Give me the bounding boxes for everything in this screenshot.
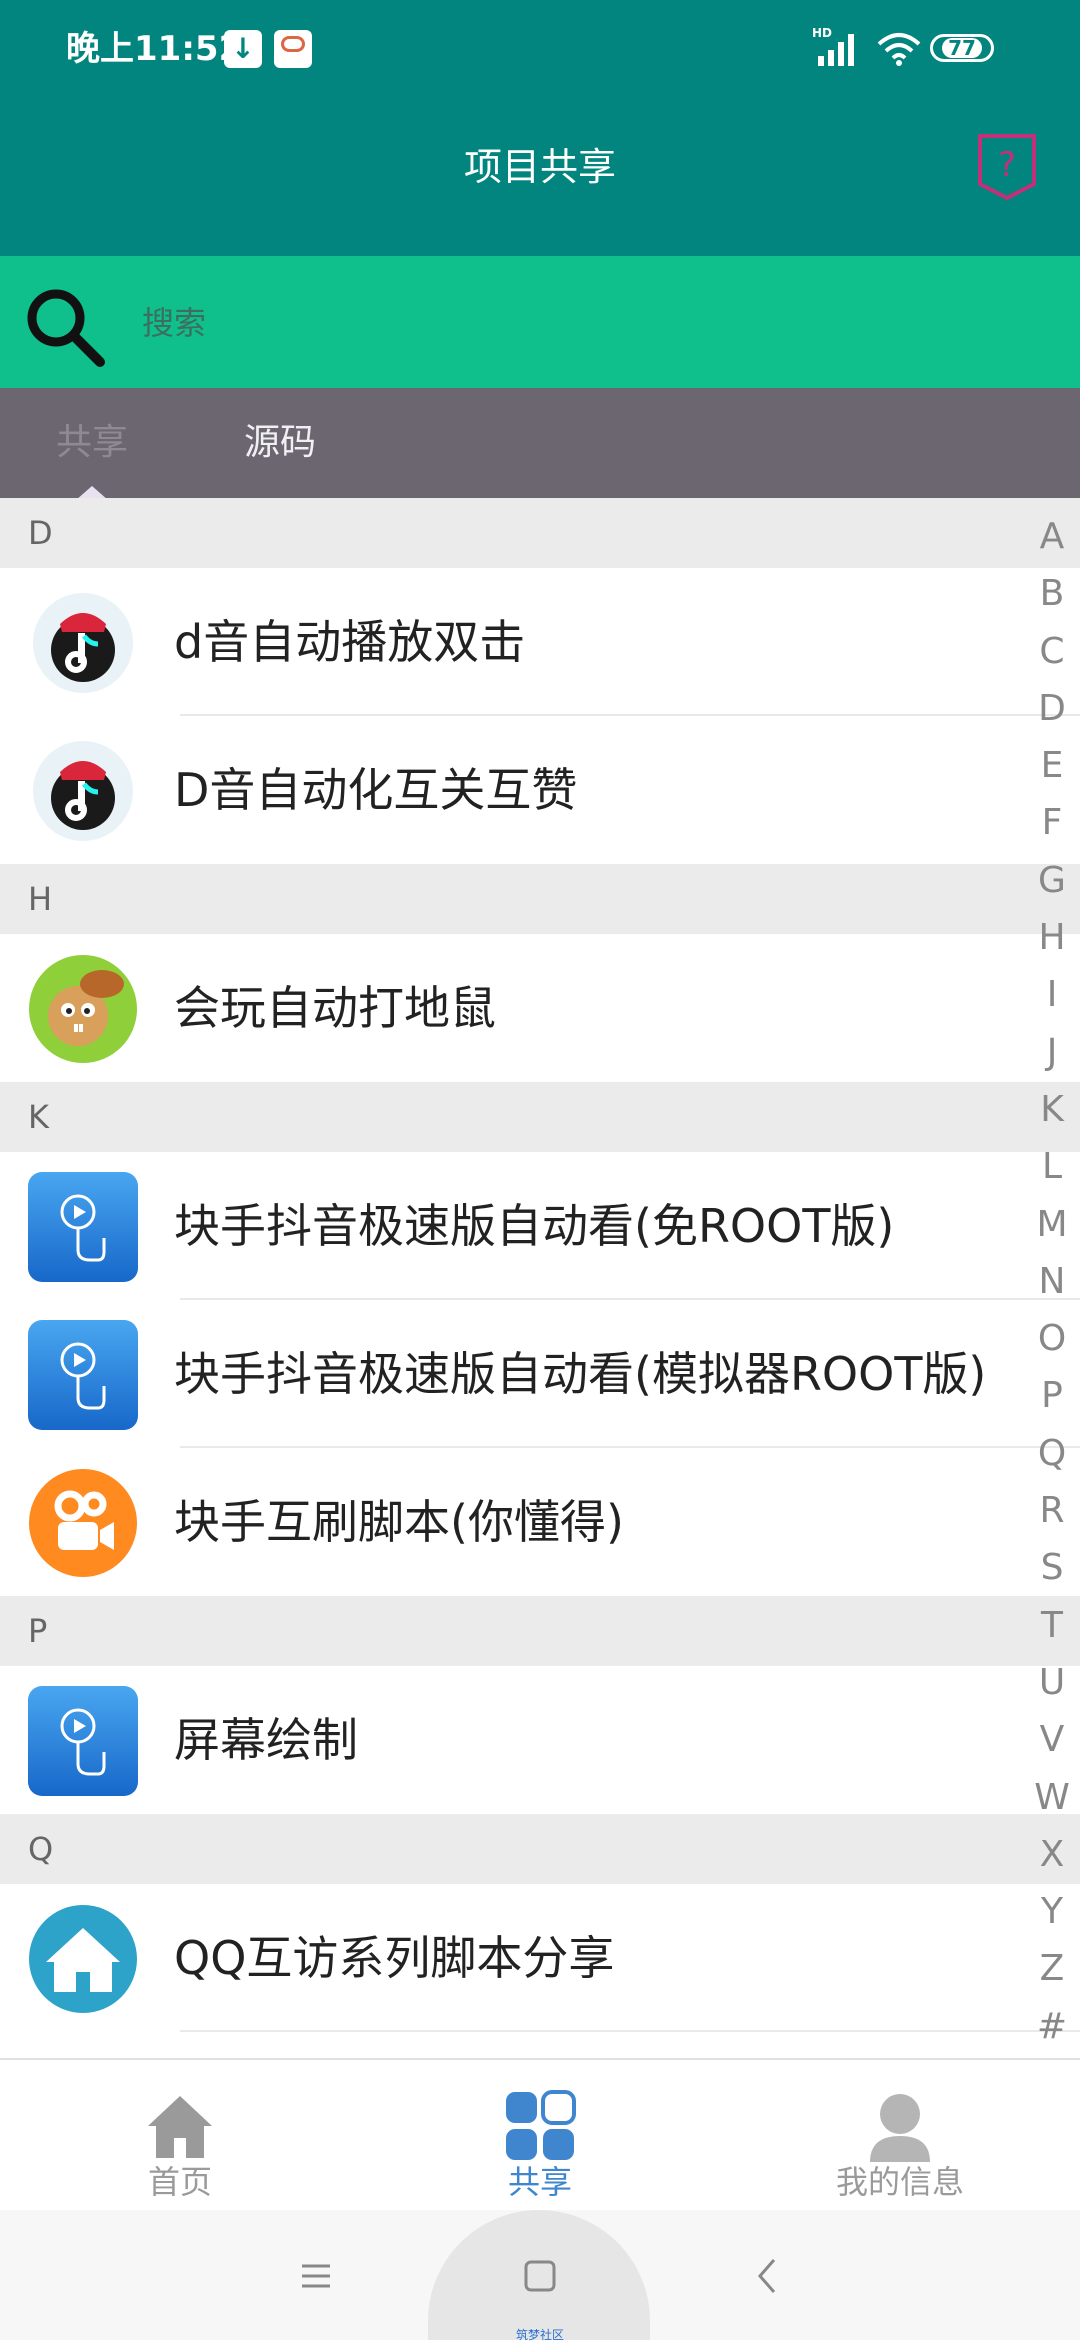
index-letter[interactable]: Y — [1032, 1883, 1072, 1940]
section-header-k: K — [0, 1082, 1080, 1152]
tap-play-icon — [28, 1320, 138, 1430]
index-letter[interactable]: D — [1032, 680, 1072, 737]
index-letter[interactable]: N — [1032, 1253, 1072, 1310]
index-letter[interactable]: I — [1032, 966, 1072, 1023]
cloud-notification-icon — [274, 30, 312, 68]
item-label: 块手抖音极速版自动看(免ROOT版) — [174, 1199, 895, 1253]
index-letter[interactable]: V — [1032, 1711, 1072, 1768]
index-letter[interactable]: P — [1032, 1367, 1072, 1424]
nav-home[interactable]: 首页 — [0, 2060, 360, 2212]
alphabet-index[interactable]: A B C D E F G H I J K L M N O P Q R S T … — [1032, 508, 1072, 2055]
tiktok-mascot-icon — [33, 593, 133, 693]
item-label: 屏幕绘制 — [174, 1713, 358, 1767]
home-square-icon[interactable] — [510, 2246, 570, 2306]
system-nav-bar: 筑梦社区 — [0, 2210, 1080, 2342]
signal-icon — [814, 32, 858, 66]
grid-icon — [506, 2090, 576, 2160]
wifi-icon — [877, 33, 921, 66]
item-label: 会玩自动打地鼠 — [174, 981, 496, 1035]
item-label: 块手抖音极速版自动看(模拟器ROOT版) — [174, 1347, 987, 1401]
index-letter[interactable]: Q — [1032, 1425, 1072, 1482]
search-input[interactable] — [140, 292, 1024, 354]
index-letter[interactable]: # — [1032, 1998, 1072, 2055]
nav-share-label: 共享 — [507, 2163, 572, 2201]
svg-text:?: ? — [998, 145, 1016, 185]
list-item[interactable]: 块手互刷脚本(你懂得) — [0, 1448, 1080, 1596]
list-item[interactable]: 块手抖音极速版自动看(免ROOT版) — [0, 1152, 1080, 1300]
index-letter[interactable]: O — [1032, 1310, 1072, 1367]
index-letter[interactable]: S — [1032, 1539, 1072, 1596]
search-bar — [0, 256, 1080, 388]
tab-source[interactable]: 源码 — [244, 418, 316, 468]
nav-profile-label: 我的信息 — [835, 2163, 964, 2201]
nav-share[interactable]: 共享 — [360, 2060, 720, 2212]
index-letter[interactable]: H — [1032, 909, 1072, 966]
index-letter[interactable]: U — [1032, 1654, 1072, 1711]
index-letter[interactable]: R — [1032, 1482, 1072, 1539]
section-header-h: H — [0, 864, 1080, 934]
page-title: 项目共享 — [463, 145, 616, 189]
list-item[interactable]: D音自动化互关互赞 — [0, 716, 1080, 864]
list-item[interactable]: QQ互访系列脚本分享 — [0, 1884, 1080, 2032]
index-letter[interactable]: A — [1032, 508, 1072, 565]
project-list: D d音自动播放双击 D音自动化互关互赞 H 会玩自动打地鼠 K 块手抖音极速版… — [0, 498, 1080, 2032]
item-label: d音自动播放双击 — [174, 615, 526, 669]
index-letter[interactable]: J — [1032, 1024, 1072, 1081]
status-time: 晚上11:52 — [66, 29, 243, 69]
nav-home-label: 首页 — [147, 2163, 212, 2201]
battery-indicator: 77 — [930, 34, 994, 62]
status-indicators: HD 77 — [780, 24, 1080, 74]
section-header-p: P — [0, 1596, 1080, 1666]
tap-play-icon — [28, 1686, 138, 1796]
home-icon — [148, 2096, 212, 2158]
index-letter[interactable]: T — [1032, 1597, 1072, 1654]
community-watermark: 筑梦社区 — [515, 2328, 564, 2342]
index-letter[interactable]: F — [1032, 794, 1072, 851]
user-icon — [870, 2094, 930, 2162]
index-letter[interactable]: G — [1032, 852, 1072, 909]
list-item[interactable]: 屏幕绘制 — [0, 1666, 1080, 1814]
status-bar: 晚上11:52 ↓ HD 77 — [0, 0, 1080, 100]
battery-level: 77 — [942, 38, 982, 58]
kuaishou-camera-icon — [29, 1469, 137, 1577]
list-item[interactable]: d音自动播放双击 — [0, 568, 1080, 716]
index-letter[interactable]: X — [1032, 1826, 1072, 1883]
tab-share[interactable]: 共享 — [56, 418, 128, 468]
index-letter[interactable]: W — [1032, 1769, 1072, 1826]
list-item[interactable]: 块手抖音极速版自动看(模拟器ROOT版) — [0, 1300, 1080, 1448]
search-icon[interactable] — [20, 282, 110, 372]
index-letter[interactable]: B — [1032, 565, 1072, 622]
tab-bar: 共享 源码 — [0, 388, 1080, 498]
index-letter[interactable]: L — [1032, 1138, 1072, 1195]
divider — [180, 2030, 1080, 2032]
menu-icon[interactable] — [286, 2246, 346, 2306]
bottom-nav: 首页 共享 我的信息 — [0, 2058, 1080, 2212]
item-label: D音自动化互关互赞 — [174, 763, 578, 817]
back-icon[interactable] — [738, 2246, 798, 2306]
index-letter[interactable]: E — [1032, 737, 1072, 794]
app-header: 项目共享 ? — [0, 100, 1080, 256]
index-letter[interactable]: C — [1032, 623, 1072, 680]
section-header-d: D — [0, 498, 1080, 568]
section-header-q: Q — [0, 1814, 1080, 1884]
download-notification-icon: ↓ — [224, 30, 262, 68]
item-label: QQ互访系列脚本分享 — [174, 1931, 615, 1985]
nav-profile[interactable]: 我的信息 — [720, 2060, 1080, 2212]
index-letter[interactable]: M — [1032, 1196, 1072, 1253]
item-label: 块手互刷脚本(你懂得) — [174, 1495, 624, 1549]
index-letter[interactable]: Z — [1032, 1940, 1072, 1997]
list-item[interactable]: 会玩自动打地鼠 — [0, 934, 1080, 1082]
tiktok-mascot-icon — [33, 741, 133, 841]
help-icon[interactable]: ? — [976, 132, 1038, 202]
hamster-game-icon — [29, 955, 137, 1063]
index-letter[interactable]: K — [1032, 1081, 1072, 1138]
tap-play-icon — [28, 1172, 138, 1282]
house-icon — [29, 1905, 137, 2013]
